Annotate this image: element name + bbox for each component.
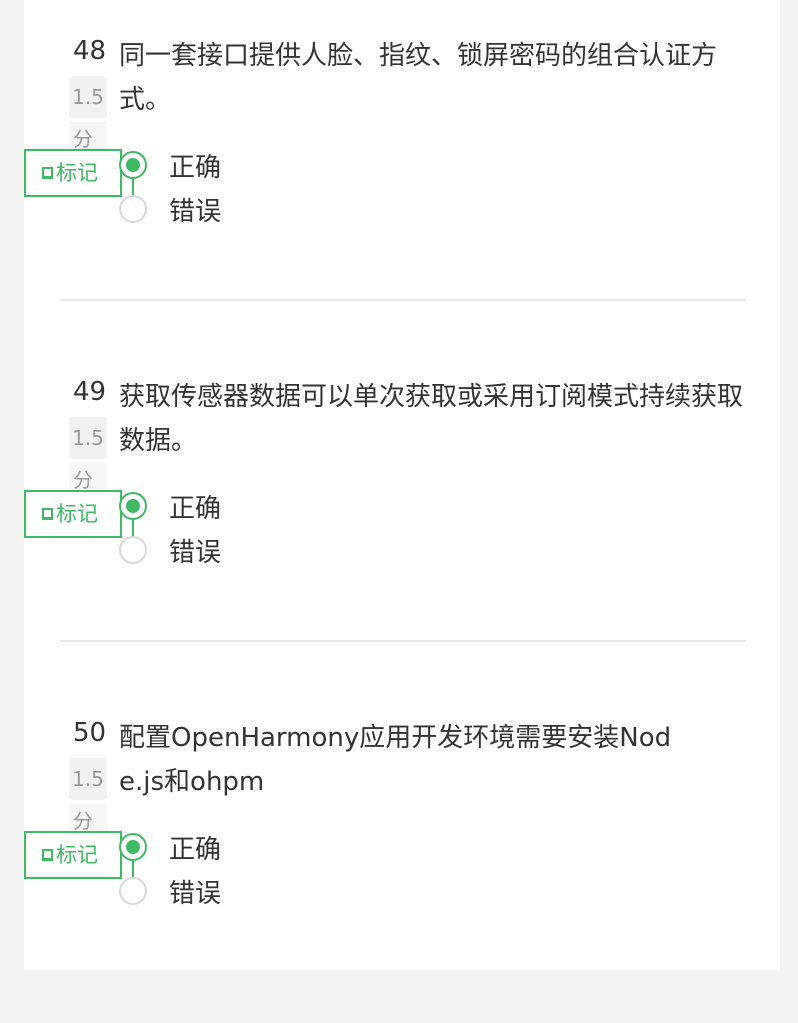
option-label: 正确 — [169, 834, 222, 865]
mark-label: 标记 — [56, 502, 98, 526]
question-text: 获取传感器数据可以单次获取或采用订阅模式持续获取数据。 — [119, 382, 744, 456]
question-number: 49 — [73, 377, 107, 407]
score-value: 1.5 — [69, 76, 107, 118]
radio-checked-icon[interactable] — [119, 151, 147, 179]
mark-button[interactable]: 标记 — [24, 149, 122, 197]
question-number: 48 — [73, 36, 107, 66]
score-value: 1.5 — [69, 417, 107, 459]
bookmark-icon — [42, 167, 53, 179]
divider — [60, 299, 746, 301]
option-false[interactable]: 错误 — [119, 187, 419, 231]
bookmark-icon — [42, 508, 53, 520]
question-text: 配置OpenHarmony应用开发环境需要安装Node.js和ohpm — [119, 723, 672, 797]
radio-unchecked-icon[interactable] — [119, 195, 147, 223]
score-value: 1.5 — [69, 758, 107, 800]
option-label: 错误 — [169, 196, 222, 227]
question-item: 49 获取传感器数据可以单次获取或采用订阅模式持续获取数据。 1.5 分 标记 … — [24, 341, 780, 682]
option-label: 错误 — [169, 878, 222, 909]
question-number: 50 — [73, 718, 107, 748]
option-false[interactable]: 错误 — [119, 528, 419, 572]
mark-label: 标记 — [56, 843, 98, 867]
mark-button[interactable]: 标记 — [24, 831, 122, 879]
option-false[interactable]: 错误 — [119, 869, 419, 913]
score-badge: 1.5 分 — [69, 417, 107, 497]
question-list: 48 同一套接口提供人脸、指纹、锁屏密码的组合认证方式。 1.5 分 标记 正确… — [24, 0, 780, 970]
score-badge: 1.5 分 — [69, 758, 107, 838]
radio-checked-icon[interactable] — [119, 833, 147, 861]
radio-unchecked-icon[interactable] — [119, 877, 147, 905]
option-true[interactable]: 正确 — [119, 825, 419, 869]
mark-button[interactable]: 标记 — [24, 490, 122, 538]
divider — [60, 640, 746, 642]
question-item: 50 配置OpenHarmony应用开发环境需要安装Node.js和ohpm 1… — [24, 682, 780, 1023]
question-text: 同一套接口提供人脸、指纹、锁屏密码的组合认证方式。 — [119, 41, 718, 115]
option-true[interactable]: 正确 — [119, 143, 419, 187]
score-badge: 1.5 分 — [69, 76, 107, 156]
option-label: 正确 — [169, 493, 222, 524]
radio-checked-icon[interactable] — [119, 492, 147, 520]
option-label: 错误 — [169, 537, 222, 568]
mark-label: 标记 — [56, 161, 98, 185]
option-label: 正确 — [169, 152, 222, 183]
radio-unchecked-icon[interactable] — [119, 536, 147, 564]
bookmark-icon — [42, 849, 53, 861]
option-true[interactable]: 正确 — [119, 484, 419, 528]
question-item: 48 同一套接口提供人脸、指纹、锁屏密码的组合认证方式。 1.5 分 标记 正确… — [24, 0, 780, 341]
